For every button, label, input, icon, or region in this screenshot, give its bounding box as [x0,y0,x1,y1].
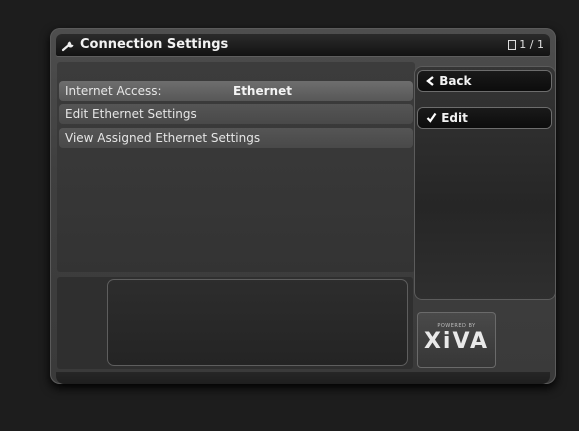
list-item-label: View Assigned Ethernet Settings [65,131,261,145]
xiva-wordmark: XiVA [423,329,490,354]
edit-button-label: Edit [441,111,468,125]
panel-footer [56,372,550,384]
side-menu-panel [414,66,556,300]
xiva-logo: POWERED BY XiVA [417,312,496,368]
list-item-value: Ethernet [233,84,292,98]
description-box [107,279,408,366]
page-icon [508,40,517,50]
back-button[interactable]: Back [418,71,551,91]
list-item-edit-ethernet-settings[interactable]: Edit Ethernet Settings [59,104,413,124]
edit-button[interactable]: Edit [418,108,551,128]
chevron-left-icon [426,76,434,86]
checkmark-icon [426,112,437,123]
page-indicator: 1 / 1 [508,37,544,53]
page-indicator-text: 1 / 1 [519,38,544,51]
list-item-label: Edit Ethernet Settings [65,107,197,121]
wrench-icon [61,41,74,52]
list-item-internet-access[interactable]: Internet Access: Ethernet [59,81,413,101]
list-item-view-assigned-ethernet-settings[interactable]: View Assigned Ethernet Settings [59,128,413,148]
back-button-label: Back [439,74,472,88]
list-item-label: Internet Access: [65,84,162,98]
page-title: Connection Settings [80,37,229,52]
